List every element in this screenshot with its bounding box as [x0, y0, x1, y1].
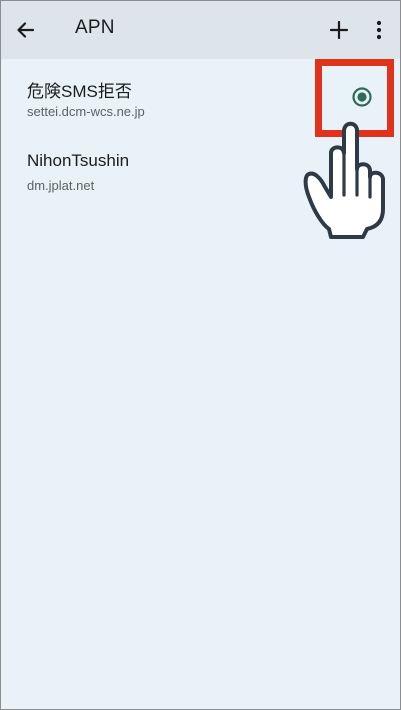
add-apn-button[interactable] — [327, 18, 351, 42]
apn-radio-selected[interactable] — [351, 86, 373, 108]
list-item[interactable]: NihonTsushin dm.jplat.net — [1, 133, 400, 207]
more-vert-icon — [376, 20, 382, 40]
arrow-left-icon — [17, 22, 35, 38]
list-item[interactable]: 危険SMS拒否 settei.dcm-wcs.ne.jp — [1, 59, 400, 133]
apn-name: NihonTsushin — [27, 151, 130, 170]
apn-address: dm.jplat.net — [27, 178, 95, 193]
radio-checked-icon — [352, 87, 372, 107]
back-button[interactable] — [13, 16, 43, 44]
app-bar: APN — [1, 1, 400, 59]
page-title: APN — [75, 17, 115, 38]
apn-address: settei.dcm-wcs.ne.jp — [27, 104, 145, 119]
apn-name: 危険SMS拒否 — [27, 82, 132, 101]
plus-icon — [329, 20, 349, 40]
screen: APN 危険SMS拒否 settei.dcm-wcs.ne.jp NihonTs… — [0, 0, 401, 710]
more-options-button[interactable] — [371, 18, 387, 42]
